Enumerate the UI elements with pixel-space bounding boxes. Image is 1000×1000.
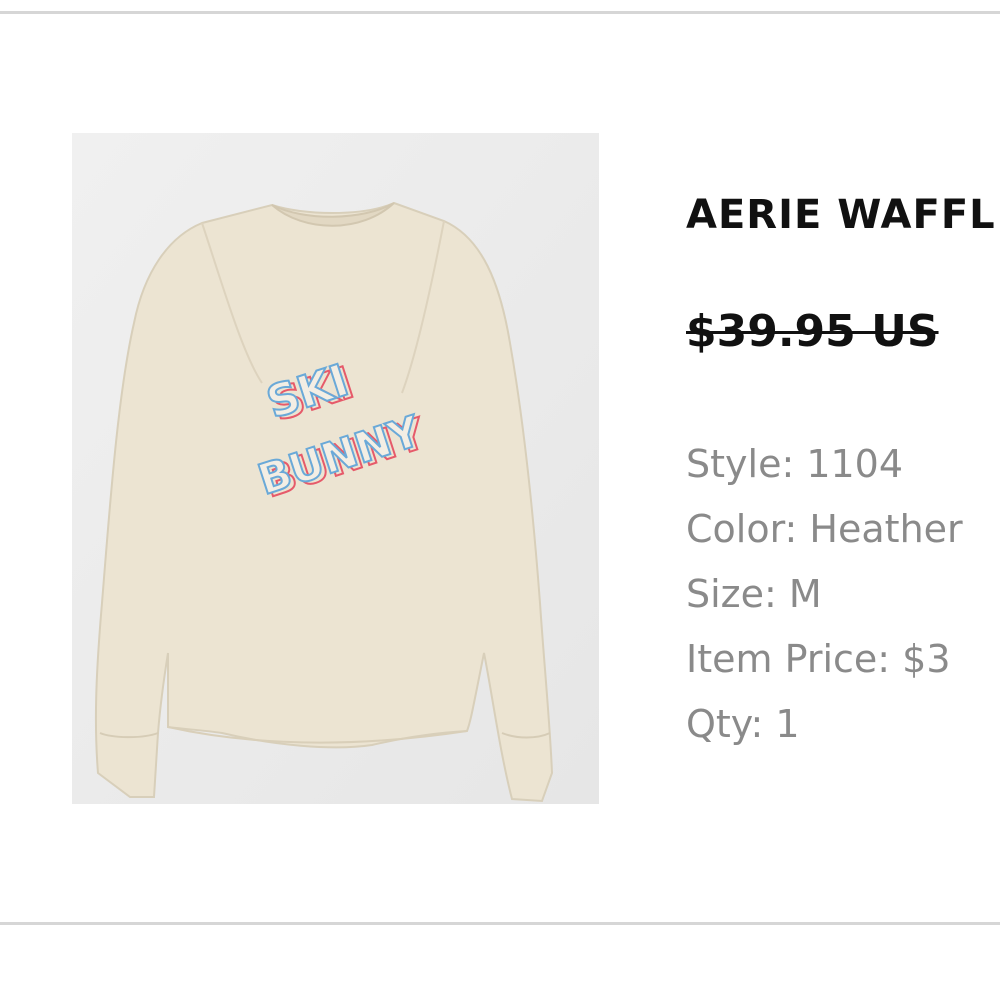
color-attribute: Color: Heather	[686, 507, 963, 551]
style-attribute: Style: 1104	[686, 442, 904, 486]
attribute-list: Style: 1104 Color: Heather Size: M Item …	[686, 432, 963, 757]
quantity-attribute: Qty: 1	[686, 702, 800, 746]
item-price-attribute: Item Price: $3	[686, 637, 951, 681]
shirt-illustration: SKI SKI BUNNY BUNNY	[72, 133, 599, 804]
original-price: $39.95 US	[686, 306, 939, 357]
bottom-divider	[0, 922, 1000, 925]
product-details: AERIE WAFFL $39.95 US Style: 1104 Color:…	[686, 0, 1000, 1000]
product-image[interactable]: SKI SKI BUNNY BUNNY	[72, 133, 599, 804]
order-item-card: SKI SKI BUNNY BUNNY AERIE WAFFL $39.95 U…	[0, 0, 1000, 1000]
product-title[interactable]: AERIE WAFFL	[686, 192, 996, 238]
size-attribute: Size: M	[686, 572, 822, 616]
